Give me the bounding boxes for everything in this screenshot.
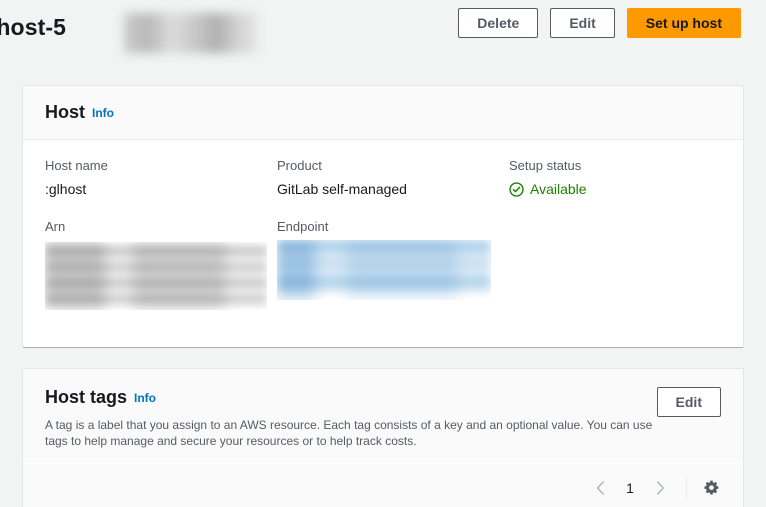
host-name-label: Host name xyxy=(45,158,277,173)
pagination-previous-button[interactable] xyxy=(586,474,614,502)
arn-value-redacted xyxy=(45,242,267,310)
host-detail-row-2: Arn Endpoint xyxy=(45,219,721,310)
endpoint-value-redacted[interactable] xyxy=(277,240,491,300)
host-card-body: Host name :glhost Product GitLab self-ma… xyxy=(23,140,743,310)
page-header: :glhost-5 Delete Edit Set up host xyxy=(0,0,766,62)
host-info-link[interactable]: Info xyxy=(92,106,114,120)
setup-status-label: Setup status xyxy=(509,158,741,173)
host-name-value: :glhost xyxy=(45,181,277,197)
host-name-field: Host name :glhost xyxy=(45,158,277,197)
host-tags-edit-button[interactable]: Edit xyxy=(657,387,721,417)
pagination-next-button[interactable] xyxy=(646,474,674,502)
pagination: 1 xyxy=(586,474,674,502)
set-up-host-button[interactable]: Set up host xyxy=(627,8,741,38)
check-circle-icon xyxy=(509,182,524,197)
host-tags-card-header: Host tags Info A tag is a label that you… xyxy=(23,369,743,463)
edit-button[interactable]: Edit xyxy=(550,8,614,38)
footer-divider xyxy=(686,477,687,499)
host-tags-footer: 1 xyxy=(23,464,743,507)
product-label: Product xyxy=(277,158,509,173)
endpoint-label: Endpoint xyxy=(277,219,509,234)
setup-status-field: Setup status Available xyxy=(509,158,741,197)
host-tags-title: Host tags xyxy=(45,387,127,408)
page-title: :glhost-5 xyxy=(0,14,66,41)
delete-button[interactable]: Delete xyxy=(458,8,538,38)
setup-status-value: Available xyxy=(530,181,587,197)
pagination-page-1[interactable]: 1 xyxy=(618,474,642,502)
host-card-title: Host xyxy=(45,102,85,123)
host-tags-info-link[interactable]: Info xyxy=(134,391,156,405)
status-badge: Available xyxy=(509,181,741,197)
host-tags-title-row: Host tags Info xyxy=(45,387,721,408)
host-card: Host Info Host name :glhost Product GitL… xyxy=(22,85,744,348)
host-tags-card: Host tags Info A tag is a label that you… xyxy=(22,368,744,507)
product-value: GitLab self-managed xyxy=(277,181,509,197)
host-card-header: Host Info xyxy=(23,86,743,140)
host-tags-description: A tag is a label that you assign to an A… xyxy=(45,417,655,449)
product-field: Product GitLab self-managed xyxy=(277,158,509,197)
host-detail-row-1: Host name :glhost Product GitLab self-ma… xyxy=(45,158,721,197)
host-card-title-row: Host Info xyxy=(45,102,114,123)
chevron-left-icon xyxy=(596,481,605,495)
arn-field: Arn xyxy=(45,219,277,310)
endpoint-field: Endpoint xyxy=(277,219,509,310)
chevron-right-icon xyxy=(656,481,665,495)
gear-icon xyxy=(703,480,720,497)
table-preferences-button[interactable] xyxy=(697,474,725,502)
page-title-redacted-overlay xyxy=(124,13,257,53)
arn-label: Arn xyxy=(45,219,277,234)
header-actions: Delete Edit Set up host xyxy=(458,8,741,38)
